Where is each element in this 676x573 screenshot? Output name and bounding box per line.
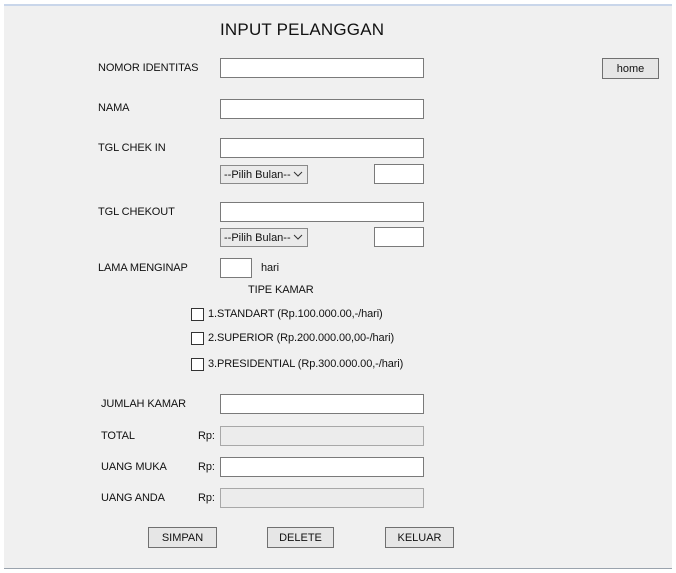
uang-muka-currency-label: Rp: [198, 461, 215, 473]
tgl-checkout-input[interactable] [220, 202, 424, 222]
checkout-month-selected: --Pilih Bulan-- [224, 231, 291, 244]
jumlah-kamar-input[interactable] [220, 394, 424, 414]
form-window: INPUT PELANGGAN home NOMOR IDENTITAS NAM… [4, 4, 672, 569]
superior-checkbox[interactable] [191, 332, 204, 345]
total-label: TOTAL [101, 430, 135, 442]
checkout-year-input[interactable] [374, 227, 424, 247]
uang-anda-field [220, 488, 424, 508]
checkin-month-select[interactable]: --Pilih Bulan-- [220, 165, 308, 184]
uang-muka-input[interactable] [220, 457, 424, 477]
nomor-identitas-label: NOMOR IDENTITAS [98, 62, 199, 74]
uang-anda-label: UANG ANDA [101, 492, 165, 504]
uang-muka-label: UANG MUKA [101, 461, 167, 473]
presidential-option-label[interactable]: 3.PRESIDENTIAL (Rp.300.000.00,-/hari) [208, 358, 403, 370]
tgl-checkout-label: TGL CHEKOUT [98, 206, 175, 218]
lama-menginap-input[interactable] [220, 258, 252, 278]
lama-menginap-label: LAMA MENGINAP [98, 262, 188, 274]
nama-label: NAMA [98, 102, 130, 114]
tgl-checkin-label: TGL CHEK IN [98, 142, 166, 154]
superior-option-label[interactable]: 2.SUPERIOR (Rp.200.000.00,00-/hari) [208, 332, 394, 344]
standart-option-label[interactable]: 1.STANDART (Rp.100.000.00,-/hari) [208, 308, 383, 320]
total-currency-label: Rp: [198, 430, 215, 442]
checkin-month-selected: --Pilih Bulan-- [224, 168, 291, 181]
total-field [220, 426, 424, 446]
keluar-button[interactable]: KELUAR [385, 527, 454, 548]
presidential-checkbox[interactable] [191, 358, 204, 371]
tgl-checkin-input[interactable] [220, 138, 424, 158]
uang-anda-currency-label: Rp: [198, 492, 215, 504]
delete-button[interactable]: DELETE [267, 527, 334, 548]
jumlah-kamar-label: JUMLAH KAMAR [101, 398, 186, 410]
chevron-down-icon [293, 234, 303, 240]
simpan-button[interactable]: SIMPAN [148, 527, 217, 548]
tipe-kamar-heading: TIPE KAMAR [248, 284, 314, 296]
checkin-year-input[interactable] [374, 164, 424, 184]
page-title: INPUT PELANGGAN [220, 20, 385, 39]
nomor-identitas-input[interactable] [220, 58, 424, 78]
standart-checkbox[interactable] [191, 308, 204, 321]
nama-input[interactable] [220, 99, 424, 119]
home-button[interactable]: home [602, 58, 659, 79]
checkout-month-select[interactable]: --Pilih Bulan-- [220, 228, 308, 247]
hari-unit-label: hari [261, 262, 279, 274]
chevron-down-icon [293, 171, 303, 177]
